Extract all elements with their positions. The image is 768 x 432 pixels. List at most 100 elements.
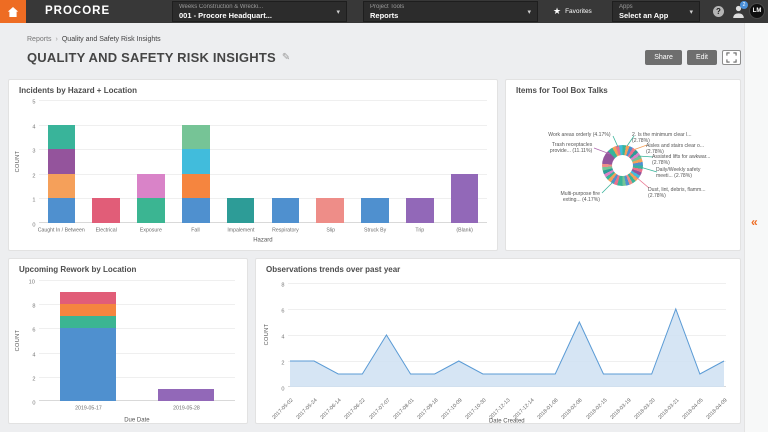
notifications-button[interactable]: 2 [732, 4, 745, 19]
bar-segment[interactable] [137, 198, 165, 223]
trend-line-plot[interactable] [288, 283, 726, 387]
donut-slice-label: Assisted lifts for awkwar... (2.78%) [652, 153, 712, 166]
bar-segment[interactable] [182, 149, 210, 174]
project-tools-selector[interactable]: Project Tools Reports ▾ [363, 1, 538, 22]
apps-selector-value: Select an App [619, 11, 685, 20]
y-tick-label: 1 [13, 194, 35, 202]
donut-slice-label: Daily/Weekly safety meeti... (2.78%) [656, 166, 700, 179]
bar-segment[interactable] [48, 198, 76, 223]
y-axis-label: COUNT [14, 140, 20, 182]
x-category-label: 2019-05-17 [48, 405, 128, 414]
chart-title: Observations trends over past year [266, 265, 400, 274]
edit-button[interactable]: Edit [687, 50, 717, 65]
chevron-right-icon: › [56, 36, 58, 43]
x-axis-label: Date Created [467, 417, 547, 424]
project-tools-label: Project Tools [370, 4, 523, 11]
bar-segment[interactable] [227, 198, 255, 223]
x-category-label: 2019-05-28 [146, 405, 226, 414]
gridline [39, 125, 487, 126]
y-tick-label: 0 [13, 397, 35, 405]
x-date-label: 2018-04-09 [672, 391, 724, 409]
bar-segment[interactable] [60, 316, 116, 328]
page-header: QUALITY AND SAFETY RISK INSIGHTS ✎ Share… [27, 48, 741, 66]
y-tick-label: 5 [13, 96, 35, 104]
bar-segment[interactable] [406, 198, 434, 223]
observations-area-chart: 02468COUNTDate Created2017-05-022017-05-… [256, 277, 740, 423]
bar-segment[interactable] [182, 198, 210, 223]
procore-logo: PROCORE [45, 5, 110, 17]
donut-hole [612, 155, 633, 176]
card-incidents-by-hazard: Incidents by Hazard + Location 012345COU… [8, 79, 498, 251]
help-icon[interactable]: ? [713, 6, 724, 17]
bar-segment[interactable] [316, 198, 344, 223]
incidents-bar-chart: 012345COUNTHazardCaught In / BetweenElec… [9, 98, 497, 250]
bar-segment[interactable] [137, 174, 165, 199]
card-upcoming-rework: Upcoming Rework by Location 0246810COUNT… [8, 258, 248, 424]
favorites-button[interactable]: ★ Favorites [553, 0, 592, 23]
y-tick-label: 2 [262, 357, 284, 365]
apps-selector[interactable]: Apps Select an App ▾ [612, 1, 700, 22]
bar-segment[interactable] [361, 198, 389, 223]
plot-area[interactable] [39, 100, 487, 223]
apps-selector-label: Apps [619, 4, 685, 11]
y-tick-label: 4 [13, 121, 35, 129]
chart-title: Incidents by Hazard + Location [19, 86, 137, 95]
y-tick-label: 6 [262, 305, 284, 313]
card-observations-trends: Observations trends over past year 02468… [255, 258, 741, 424]
chevron-down-icon: ▾ [527, 8, 531, 16]
bar-segment[interactable] [92, 198, 120, 223]
share-button[interactable]: Share [645, 50, 682, 65]
bar-segment[interactable] [60, 292, 116, 304]
chevron-down-icon: ▾ [336, 8, 340, 16]
bar-segment[interactable] [158, 389, 214, 401]
donut-slice-label: Trash receptacles provide... (11.11%) [550, 141, 592, 154]
area-fill [290, 309, 724, 387]
avatar[interactable]: LM [749, 3, 765, 19]
home-icon [7, 6, 19, 18]
y-axis-label: COUNT [14, 319, 20, 361]
bar-segment[interactable] [60, 304, 116, 316]
chevron-down-icon: ▾ [689, 8, 693, 16]
home-button[interactable] [0, 0, 26, 23]
edit-title-pencil-icon[interactable]: ✎ [282, 52, 290, 63]
breadcrumb-current: Quality and Safety Risk Insights [62, 36, 161, 43]
chart-title: Items for Tool Box Talks [516, 86, 608, 95]
bar-segment[interactable] [60, 328, 116, 401]
toolbox-donut-chart: Work areas orderly (4.17%) Trash receptac… [506, 98, 740, 250]
x-category-label: (Blank) [425, 227, 498, 236]
bar-segment[interactable] [182, 125, 210, 150]
card-toolbox-talks: Items for Tool Box Talks Work areas orde… [505, 79, 741, 251]
bar-segment[interactable] [48, 149, 76, 174]
bar-segment[interactable] [48, 125, 76, 150]
notification-badge: 2 [740, 1, 748, 9]
y-tick-label: 0 [13, 219, 35, 227]
callout-line [640, 167, 657, 172]
collapse-panel-icon[interactable]: « [751, 215, 758, 229]
bar-segment[interactable] [182, 174, 210, 199]
rework-bar-chart: 0246810COUNTDue Date2019-05-172019-05-28 [9, 277, 247, 423]
y-tick-label: 0 [262, 383, 284, 391]
favorites-label: Favorites [565, 8, 592, 15]
right-rail: « [744, 23, 768, 432]
gridline [39, 280, 235, 281]
y-axis-label: COUNT [263, 314, 269, 356]
top-navigation-bar: PROCORE Weeks Construction & Wrecki... 0… [0, 0, 768, 23]
bar-segment[interactable] [451, 174, 479, 223]
star-icon: ★ [553, 6, 561, 17]
company-selector-value: 001 - Procore Headquart... [179, 11, 332, 20]
expand-button[interactable] [722, 50, 741, 65]
project-tools-value: Reports [370, 11, 523, 20]
y-tick-label: 8 [13, 300, 35, 308]
bar-segment[interactable] [272, 198, 300, 223]
y-tick-label: 10 [13, 276, 35, 284]
plot-area[interactable] [39, 280, 235, 401]
breadcrumb-reports-link[interactable]: Reports [27, 36, 52, 43]
company-selector[interactable]: Weeks Construction & Wrecki... 001 - Pro… [172, 1, 347, 22]
donut-slice-label: Dust, lint, debris, flamm... (2.78%) [648, 186, 711, 199]
y-tick-label: 2 [13, 373, 35, 381]
donut-slice-label: Work areas orderly (4.17%) [549, 131, 611, 137]
bar-segment[interactable] [48, 174, 76, 199]
plot-area[interactable] [288, 283, 726, 387]
donut-slice-label: Multi-purpose fire exting... (4.17%) [561, 190, 600, 203]
gridline [39, 174, 487, 175]
